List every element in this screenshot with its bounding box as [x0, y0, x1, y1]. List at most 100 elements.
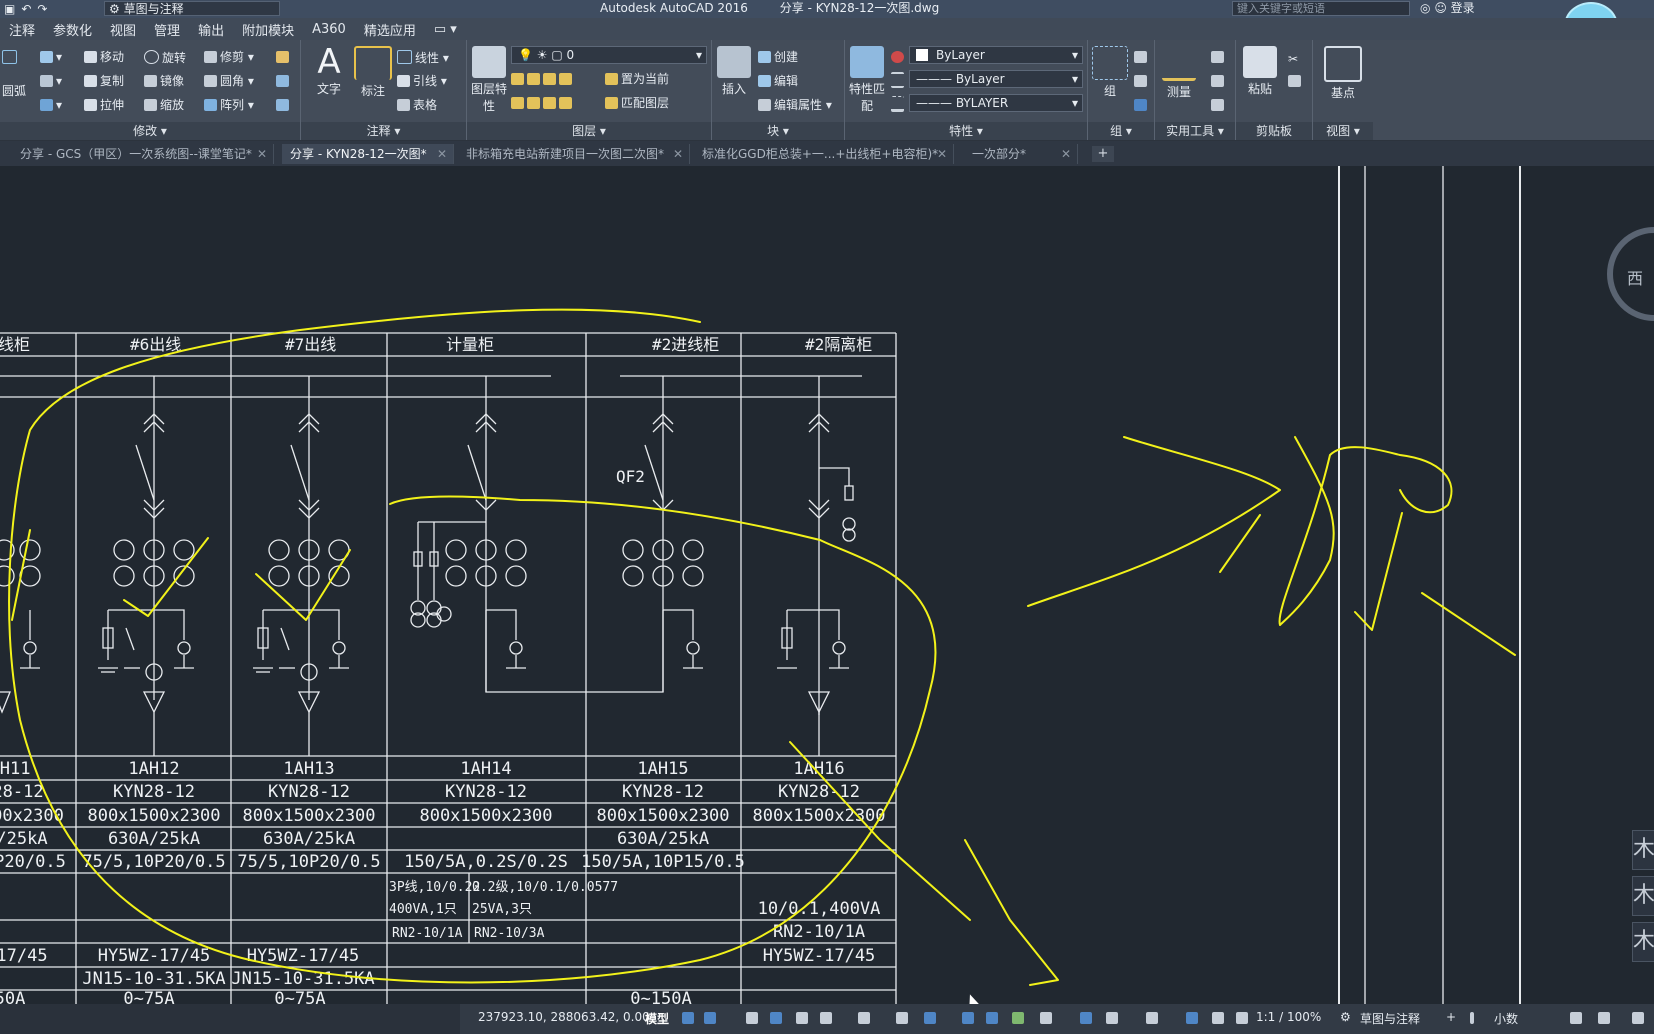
- save-icon[interactable]: ▣: [4, 2, 15, 16]
- group-select-tool[interactable]: [1134, 98, 1150, 112]
- layer-tools-row1[interactable]: [511, 72, 575, 86]
- color-dropdown[interactable]: ByLayer ▾: [909, 46, 1083, 64]
- dynamic-ucs-icon[interactable]: [1080, 1012, 1092, 1024]
- annotation-monitor-icon[interactable]: +: [1446, 1010, 1456, 1024]
- layer-tools-row2[interactable]: [511, 96, 575, 110]
- erase-tool[interactable]: [276, 50, 292, 64]
- panel-properties-title[interactable]: 特性 ▾: [845, 122, 1087, 140]
- undo-icon[interactable]: ↶: [21, 2, 31, 16]
- units-value[interactable]: 小数: [1494, 1010, 1518, 1027]
- copy-clip-tool[interactable]: [1288, 74, 1304, 88]
- text-button[interactable]: A 文字: [307, 45, 351, 97]
- set-current-tool[interactable]: 置为当前: [605, 72, 669, 86]
- clean-screen-icon[interactable]: [1632, 1012, 1644, 1024]
- panel-view-title[interactable]: 视图 ▾: [1313, 122, 1373, 140]
- menu-output[interactable]: 输出: [189, 20, 233, 39]
- selection-filter-icon[interactable]: [1106, 1012, 1118, 1024]
- menu-annotate[interactable]: 注释: [0, 20, 44, 39]
- search-input[interactable]: 键入关键字或短语: [1232, 1, 1410, 16]
- coordinate-readout[interactable]: 237923.10, 288063.42, 0.00: [478, 1010, 650, 1024]
- menu-view[interactable]: 视图: [101, 20, 145, 39]
- side-chip-3[interactable]: 木: [1632, 922, 1654, 962]
- gizmo-icon[interactable]: [1146, 1012, 1158, 1024]
- menu-a360[interactable]: A360: [303, 22, 355, 37]
- snap-icon[interactable]: [704, 1012, 716, 1024]
- arc-tool[interactable]: [2, 50, 20, 65]
- model-space-button[interactable]: 模型: [645, 1010, 669, 1027]
- layer-dropdown[interactable]: 💡 ☀ ▢ 0 ▾: [511, 46, 707, 64]
- close-icon[interactable]: ✕: [673, 144, 683, 164]
- group-edit-tool[interactable]: [1134, 50, 1150, 64]
- panel-utilities-title[interactable]: 实用工具 ▾: [1155, 122, 1235, 140]
- match-properties-button[interactable]: 特性匹配: [845, 46, 889, 114]
- menu-manage[interactable]: 管理: [145, 20, 189, 39]
- menu-parametric[interactable]: 参数化: [44, 20, 101, 39]
- hatch-tool[interactable]: ▾: [40, 74, 62, 88]
- osnap-icon[interactable]: [924, 1012, 936, 1024]
- transparency-icon[interactable]: [986, 1012, 998, 1024]
- isolate-objects-icon[interactable]: [1570, 1012, 1582, 1024]
- layer-properties-button[interactable]: 图层特性: [467, 46, 511, 114]
- linetype-dropdown[interactable]: ——— ByLayer ▾: [909, 70, 1083, 88]
- leader-tool[interactable]: 引线 ▾: [397, 74, 447, 88]
- copy-tool[interactable]: 复制: [84, 74, 124, 88]
- lineweight-toggle-icon[interactable]: [962, 1012, 974, 1024]
- group-button[interactable]: 组: [1088, 46, 1132, 99]
- workspace-status[interactable]: 草图与注释: [1360, 1010, 1420, 1027]
- table-tool[interactable]: 表格: [397, 98, 437, 112]
- panel-block-title[interactable]: 块 ▾: [712, 122, 844, 140]
- trim-tool[interactable]: 修剪 ▾: [204, 50, 254, 64]
- viewcube-west-label[interactable]: 西: [1627, 265, 1643, 289]
- polar-icon[interactable]: [820, 1012, 832, 1024]
- fillet-tool[interactable]: 圆角 ▾: [204, 74, 254, 88]
- infer-icon[interactable]: [746, 1012, 758, 1024]
- dimension-button[interactable]: 标注: [351, 46, 395, 99]
- lineweight-dropdown[interactable]: ——— BYLAYER ▾: [909, 94, 1083, 112]
- doc-tab-ggd[interactable]: 标准化GGD柜总装+一...+出线柜+电容柜)* ✕: [694, 144, 954, 164]
- match-layer-tool[interactable]: 匹配图层: [605, 96, 669, 110]
- mirror-tool[interactable]: 镜像: [144, 74, 184, 88]
- edit-attr-tool[interactable]: 编辑属性 ▾: [758, 98, 832, 112]
- close-icon[interactable]: ✕: [1061, 144, 1071, 164]
- scale-tool[interactable]: 缩放: [144, 98, 184, 112]
- object-track-icon[interactable]: [896, 1012, 908, 1024]
- stretch-tool[interactable]: 拉伸: [84, 98, 124, 112]
- insert-button[interactable]: 插入: [712, 46, 756, 97]
- paste-button[interactable]: 粘贴: [1238, 46, 1282, 97]
- login-button[interactable]: ◎ ☺ 登录: [1420, 0, 1475, 16]
- move-tool[interactable]: 移动: [84, 50, 124, 64]
- rect-tool[interactable]: ▾: [40, 50, 62, 64]
- ungroup-tool[interactable]: [1134, 74, 1150, 88]
- workspace-select[interactable]: ⚙ 草图与注释: [104, 1, 280, 16]
- color-wheel[interactable]: [891, 50, 907, 64]
- panel-clipboard-title[interactable]: 剪贴板: [1236, 122, 1312, 140]
- side-chip-1[interactable]: 木: [1632, 830, 1654, 870]
- array-tool[interactable]: 阵列 ▾: [204, 98, 254, 112]
- doc-tab-charging-station[interactable]: 非标箱充电站新建项目一次图二次图* ✕: [458, 144, 690, 164]
- dynamic-input-icon[interactable]: [770, 1012, 782, 1024]
- doc-tab-kyn28[interactable]: 分享 - KYN28-12一次图* ✕: [282, 144, 454, 164]
- menu-more-icon[interactable]: ▭ ▾: [425, 22, 466, 37]
- annotation-scale-icon[interactable]: [1236, 1012, 1248, 1024]
- explode-tool[interactable]: [276, 74, 292, 88]
- new-tab-button[interactable]: +: [1092, 146, 1114, 162]
- point-tool[interactable]: [1211, 74, 1227, 88]
- panel-modify-title[interactable]: 修改 ▾: [0, 122, 300, 140]
- autoscale-icon[interactable]: [1212, 1012, 1224, 1024]
- side-chip-2[interactable]: 木: [1632, 876, 1654, 916]
- quick-props-icon[interactable]: [1470, 1012, 1474, 1024]
- edit-block-tool[interactable]: 编辑: [758, 74, 798, 88]
- drawing-canvas[interactable]: 线柜 #6出线 #7出线 计量柜 #2进线柜 #2隔离柜 QF2 AH11 1A…: [0, 166, 1654, 1004]
- selection-cycling-icon[interactable]: [1012, 1012, 1024, 1024]
- offset-tool[interactable]: [276, 98, 292, 112]
- close-icon[interactable]: ✕: [257, 144, 267, 164]
- grid-icon[interactable]: [682, 1012, 694, 1024]
- id-point-tool[interactable]: [1211, 98, 1227, 112]
- annotation-visibility-icon[interactable]: [1186, 1012, 1198, 1024]
- redo-icon[interactable]: ↷: [37, 2, 47, 16]
- doc-tab-gcs[interactable]: 分享 - GCS（甲区）一次系统图--课堂笔记* ✕: [12, 144, 274, 164]
- region-tool[interactable]: ▾: [40, 98, 62, 112]
- menu-featured-apps[interactable]: 精选应用: [355, 20, 425, 39]
- base-view-button[interactable]: 基点: [1321, 46, 1365, 101]
- quick-calc-tool[interactable]: [1211, 50, 1227, 64]
